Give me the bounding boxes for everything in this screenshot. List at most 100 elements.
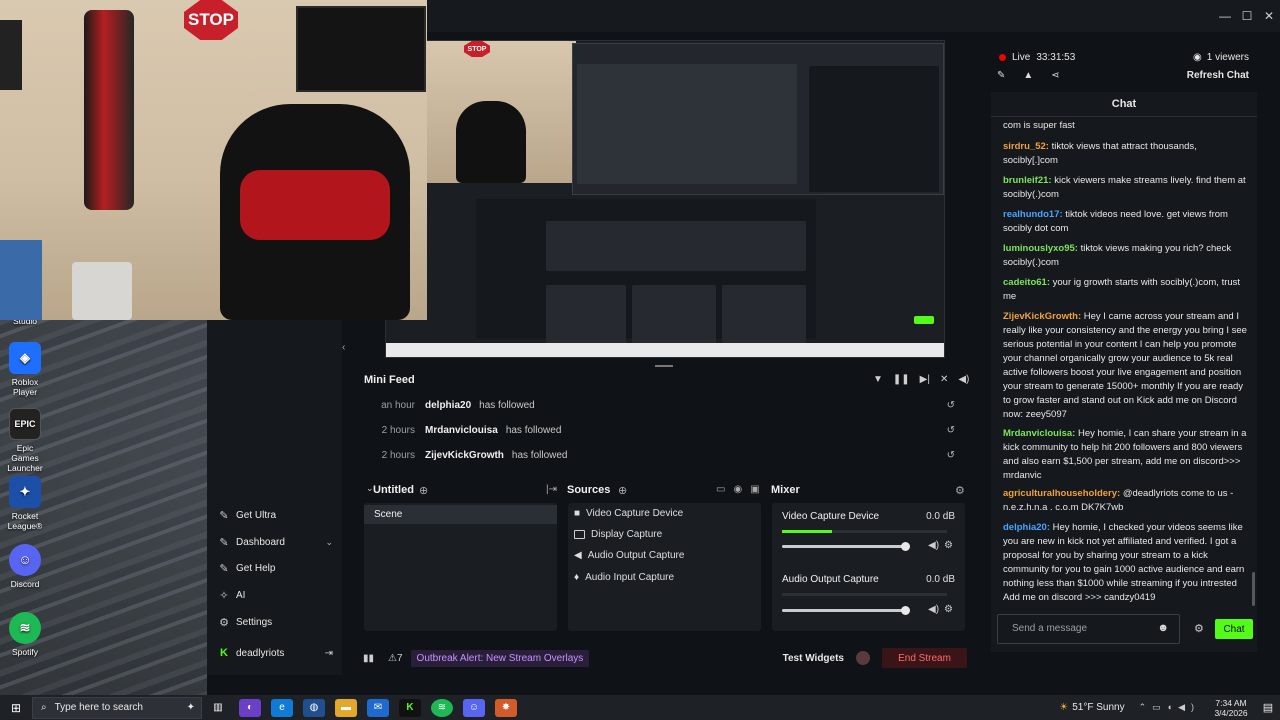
task-view-icon[interactable]: ▥ xyxy=(207,699,229,717)
volume-slider-knob[interactable] xyxy=(901,606,910,615)
nav-get-help[interactable]: ✎ Get Help xyxy=(218,559,275,577)
chat-username[interactable]: cadeito61: xyxy=(1003,277,1050,288)
chat-username[interactable]: luminouslyxo95: xyxy=(1003,243,1078,254)
end-stream-button[interactable]: End Stream xyxy=(882,648,967,668)
nav-dashboard[interactable]: ✎ Dashboard ⌄ xyxy=(218,533,333,551)
discord-taskbar-icon[interactable]: ☺ xyxy=(463,698,485,717)
desktop-icon-label: Epic Games Launcher xyxy=(7,443,43,473)
preview-nested-screen xyxy=(572,43,944,195)
close-icon[interactable]: ✕ xyxy=(1258,9,1280,23)
volume-icon[interactable]: ◀) xyxy=(928,540,939,551)
clip-icon[interactable]: ▲ xyxy=(1023,70,1033,81)
add-source-icon[interactable]: ⊕ xyxy=(618,484,627,497)
chat-message: ZijevKickGrowth: Hey I came across your … xyxy=(1003,310,1251,422)
replay-icon[interactable]: ↺ xyxy=(947,450,955,461)
notifications-icon[interactable]: ▤ xyxy=(1256,701,1280,714)
minimize-icon[interactable]: — xyxy=(1214,9,1236,23)
chat-username[interactable]: realhundo17: xyxy=(1003,209,1063,220)
camera-tool-icon[interactable]: ◉ xyxy=(733,484,742,495)
kick-app-icon[interactable]: K xyxy=(399,698,421,717)
chat-message: agriculturalhouseholdery: @deadlyriots c… xyxy=(1003,487,1251,515)
outbreak-alert-banner[interactable]: Outbreak Alert: New Stream Overlays xyxy=(410,649,590,667)
feed-user[interactable]: delphia20 xyxy=(425,400,471,411)
mail-icon[interactable]: ✉ xyxy=(367,698,389,717)
feed-user[interactable]: ZijevKickGrowth xyxy=(425,450,504,461)
app-taskbar-icon[interactable]: ✸ xyxy=(495,698,517,717)
weather-label: 51°F Sunny xyxy=(1072,702,1125,713)
copilot-icon[interactable]: ◐ xyxy=(239,698,261,717)
source-item[interactable]: ■ Video Capture Device xyxy=(574,508,683,519)
share-icon[interactable]: ⋖ xyxy=(1051,70,1059,81)
chat-username[interactable]: ZijevKickGrowth: xyxy=(1003,311,1081,322)
drag-handle[interactable] xyxy=(655,365,673,367)
chat-message: cadeito61: your ig growth starts with so… xyxy=(1003,276,1251,304)
image-tool-icon[interactable]: ▣ xyxy=(750,484,759,495)
source-tools: ▭ ◉ ▣ xyxy=(716,484,760,495)
replay-icon[interactable]: ↺ xyxy=(947,400,955,411)
skip-icon[interactable]: ▶| xyxy=(920,374,930,385)
chat-username[interactable]: brunleif21: xyxy=(1003,175,1052,186)
feed-user[interactable]: Mrdanviclouisa xyxy=(425,425,498,436)
stats-icon[interactable]: ▮▮ xyxy=(363,653,374,664)
nav-get-ultra[interactable]: ✎ Get Ultra xyxy=(218,506,276,524)
desktop-icon-rocket-league[interactable]: ✦ Rocket League® xyxy=(2,476,48,531)
pause-icon[interactable]: ❚❚ xyxy=(893,374,910,385)
replay-icon[interactable]: ↺ xyxy=(947,425,955,436)
desktop-icon-label: Roblox Player xyxy=(11,377,39,397)
chat-text: Hey homie, I checked your videos seems l… xyxy=(1003,522,1245,603)
desktop-icon-discord[interactable]: ☺ Discord xyxy=(2,544,48,589)
filter-icon[interactable]: ▼ xyxy=(873,374,883,385)
file-explorer-icon[interactable]: ▬ xyxy=(335,698,357,717)
source-item[interactable]: Display Capture xyxy=(574,529,662,540)
collapse-sidebar-icon[interactable]: ‹ xyxy=(342,342,345,353)
chat-username[interactable]: delphia20: xyxy=(1003,522,1050,533)
pencil-icon[interactable]: ✎ xyxy=(997,70,1005,81)
screen-share-icon[interactable]: ▭ xyxy=(716,484,725,495)
channel-gear-icon[interactable]: ⚙ xyxy=(944,604,953,615)
chat-username[interactable]: Mrdanviclouisa: xyxy=(1003,428,1075,439)
maximize-icon[interactable]: ☐ xyxy=(1236,9,1258,23)
nav-user[interactable]: K deadlyriots ⇥ xyxy=(218,644,333,662)
chat-settings-icon[interactable]: ⚙ xyxy=(1194,622,1204,635)
chevron-down-icon[interactable]: ⌄ xyxy=(325,537,333,548)
desktop-icon-epic-games[interactable]: EPIC Epic Games Launcher xyxy=(2,408,48,473)
browser-icon[interactable]: ◍ xyxy=(303,698,325,717)
emoji-icon[interactable]: ☻ xyxy=(1157,622,1169,634)
alerts-icon[interactable]: ⚠7 xyxy=(388,653,403,664)
system-tray-icons[interactable]: ⌃▭◖◀) xyxy=(1139,702,1200,713)
source-item[interactable]: ♦ Audio Input Capture xyxy=(574,572,674,583)
eye-icon: ◉ xyxy=(1193,52,1202,63)
source-item[interactable]: ◀ Audio Output Capture xyxy=(574,550,684,561)
weather-widget[interactable]: ☀ 51°F Sunny xyxy=(1059,702,1124,713)
channel-gear-icon[interactable]: ⚙ xyxy=(944,540,953,551)
send-chat-button[interactable]: Chat xyxy=(1215,619,1253,639)
refresh-chat-button[interactable]: Refresh Chat xyxy=(1187,70,1249,81)
edge-icon[interactable]: e xyxy=(271,698,293,717)
logout-icon[interactable]: ⇥ xyxy=(325,648,333,659)
test-widgets-toggle[interactable] xyxy=(856,651,870,665)
clock[interactable]: 7:34 AM 3/4/2026 xyxy=(1206,698,1256,718)
chat-scrollbar[interactable] xyxy=(1252,572,1255,606)
nav-ai[interactable]: ✧ AI xyxy=(218,586,245,604)
windows-start-icon[interactable]: ⊞ xyxy=(0,701,32,715)
desktop-icon-spotify[interactable]: ≋ Spotify xyxy=(2,612,48,657)
scene-transition-icon[interactable]: |⇥ xyxy=(546,484,557,495)
chat-username[interactable]: agriculturalhouseholdery: xyxy=(1003,488,1120,499)
mixer-settings-icon[interactable]: ⚙ xyxy=(955,484,965,497)
volume-slider[interactable] xyxy=(782,606,910,615)
sun-icon: ☀ xyxy=(1059,702,1069,713)
scene-item-selected[interactable]: Scene xyxy=(364,505,557,524)
volume-slider[interactable] xyxy=(782,542,910,551)
volume-icon[interactable]: ◀) xyxy=(928,604,939,615)
add-scene-icon[interactable]: ⊕ xyxy=(419,484,428,497)
chat-username[interactable]: sirdru_52: xyxy=(1003,141,1049,152)
volume-slider-knob[interactable] xyxy=(901,542,910,551)
mute-alerts-icon[interactable]: ✕ xyxy=(940,374,948,385)
volume-icon[interactable]: ◀) xyxy=(958,374,969,385)
chat-input[interactable]: Send a message ☻ xyxy=(997,614,1180,644)
taskbar-search[interactable]: ⌕ Type here to search ✦ xyxy=(32,696,202,719)
nav-settings[interactable]: ⚙ Settings xyxy=(218,613,272,631)
spotify-taskbar-icon[interactable]: ≋ xyxy=(431,698,453,717)
desktop-icon-roblox[interactable]: ◈ Roblox Player xyxy=(2,342,48,397)
roblox-icon: ◈ xyxy=(9,342,41,374)
